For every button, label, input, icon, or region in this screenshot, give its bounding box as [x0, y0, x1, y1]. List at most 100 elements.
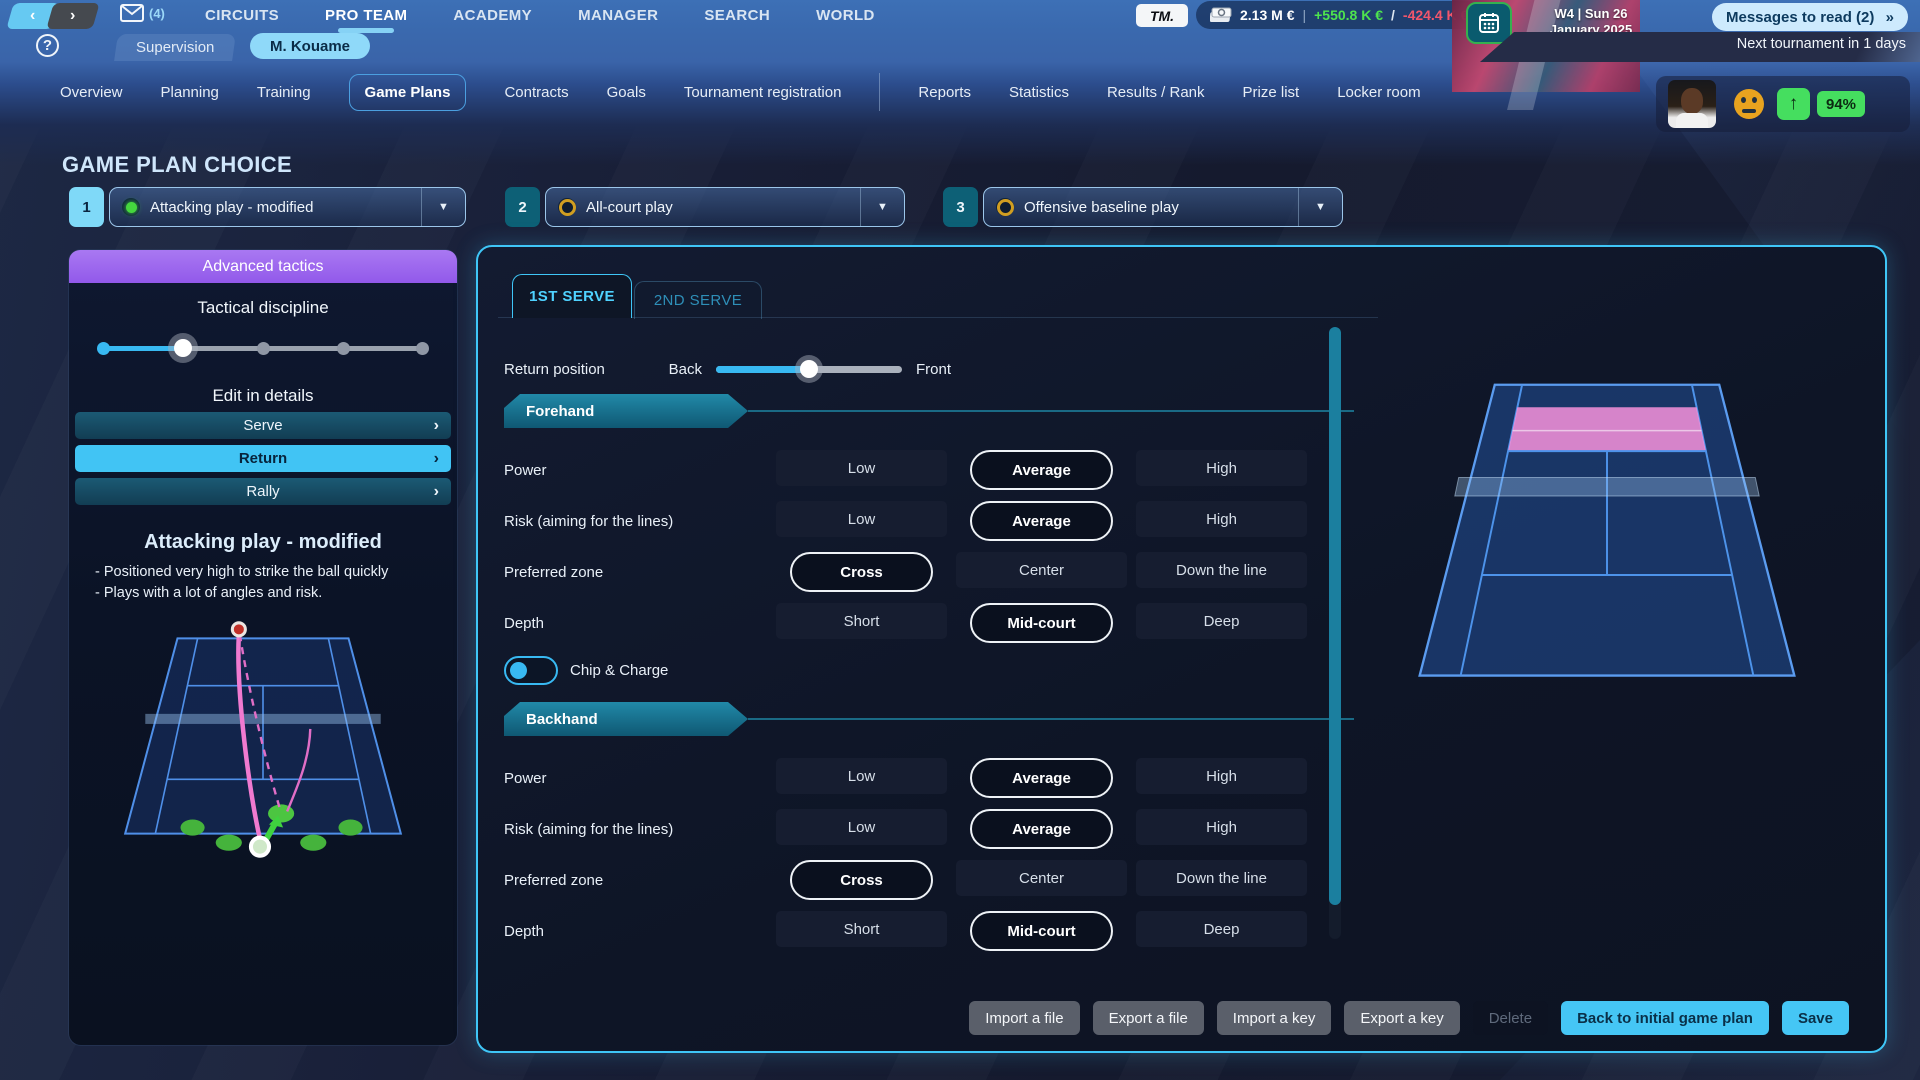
nav-manager[interactable]: MANAGER [578, 7, 658, 24]
option-high[interactable]: High [1136, 809, 1307, 845]
detail-button-serve[interactable]: Serve › [75, 412, 451, 439]
option-high[interactable]: High [1136, 501, 1307, 537]
tab-2nd-serve[interactable]: 2ND SERVE [634, 281, 762, 319]
front-label: Front [916, 361, 951, 378]
option-short[interactable]: Short [776, 911, 947, 947]
option-mid-court-selected[interactable]: Mid-court [970, 911, 1113, 951]
detail-button-return[interactable]: Return › [75, 445, 451, 472]
page-title: GAME PLAN CHOICE [62, 152, 292, 178]
detail-button-rally[interactable]: Rally › [75, 478, 451, 505]
tab-supervision[interactable]: Supervision [114, 34, 236, 61]
slider-handle[interactable] [795, 355, 823, 383]
tab-player[interactable]: M. Kouame [250, 33, 370, 59]
return-position-slider[interactable] [716, 354, 902, 384]
option-average-selected[interactable]: Average [970, 450, 1113, 490]
back-icon: ‹ [30, 7, 35, 25]
tab-tournament-registration[interactable]: Tournament registration [684, 84, 842, 101]
nav-academy[interactable]: ACADEMY [453, 7, 532, 24]
plan-point: - Positioned very high to strike the bal… [95, 562, 457, 583]
tab-1st-serve[interactable]: 1ST SERVE [512, 274, 632, 318]
slider-step-4[interactable] [337, 342, 350, 355]
help-icon[interactable]: ? [36, 34, 59, 57]
option-deep[interactable]: Deep [1136, 911, 1307, 947]
finance-summary[interactable]: 2.13 M € | +550.8 K € / -424.4 K € [1196, 1, 1482, 29]
slider-step-5[interactable] [416, 342, 429, 355]
chevron-down-icon[interactable]: ▼ [860, 188, 904, 226]
option-average-selected[interactable]: Average [970, 809, 1113, 849]
import-file-button[interactable]: Import a file [969, 1001, 1079, 1035]
option-down-the-line[interactable]: Down the line [1136, 860, 1307, 896]
slider-handle[interactable] [168, 333, 198, 363]
export-key-button[interactable]: Export a key [1344, 1001, 1459, 1035]
chip-and-charge-toggle[interactable] [504, 656, 558, 685]
tab-locker-room[interactable]: Locker room [1337, 84, 1420, 101]
nav-divider [879, 73, 880, 111]
tab-contracts[interactable]: Contracts [504, 84, 568, 101]
tab-reports[interactable]: Reports [918, 84, 971, 101]
backhand-ribbon: Backhand [504, 702, 748, 736]
row-label: Risk (aiming for the lines) [504, 513, 776, 530]
status-amber-icon [996, 198, 1014, 216]
slider-step-3[interactable] [257, 342, 270, 355]
chevron-down-icon[interactable]: ▼ [421, 188, 465, 226]
option-high[interactable]: High [1136, 450, 1307, 486]
messages-button[interactable]: Messages to read (2) » [1712, 3, 1908, 31]
forward-button[interactable]: › [46, 3, 99, 29]
panel-scrollbar[interactable] [1329, 327, 1341, 939]
tab-planning[interactable]: Planning [161, 84, 219, 101]
tab-training[interactable]: Training [257, 84, 311, 101]
option-average-selected[interactable]: Average [970, 501, 1113, 541]
next-tournament-label: Next tournament in 1 days [1737, 36, 1906, 52]
option-low[interactable]: Low [776, 501, 947, 537]
history-nav: ‹ › [10, 3, 94, 29]
option-center[interactable]: Center [956, 860, 1127, 896]
option-high[interactable]: High [1136, 758, 1307, 794]
plan-description: - Positioned very high to strike the bal… [95, 562, 457, 604]
chip-and-charge-row: Chip & Charge [504, 655, 1354, 685]
tab-results-rank[interactable]: Results / Rank [1107, 84, 1205, 101]
mail-count: (4) [149, 6, 165, 21]
option-cross-selected[interactable]: Cross [790, 552, 933, 592]
game-plan-dropdown-3[interactable]: Offensive baseline play ▼ [983, 187, 1343, 227]
scrollbar-thumb[interactable] [1329, 327, 1341, 905]
option-mid-court-selected[interactable]: Mid-court [970, 603, 1113, 643]
option-deep[interactable]: Deep [1136, 603, 1307, 639]
nav-pro-team[interactable]: PRO TEAM [325, 7, 407, 24]
plan-title: Attacking play - modified [69, 531, 457, 554]
slider-step-1[interactable] [97, 342, 110, 355]
tab-game-plans[interactable]: Game Plans [349, 74, 467, 111]
option-low[interactable]: Low [776, 809, 947, 845]
export-file-button[interactable]: Export a file [1093, 1001, 1204, 1035]
player-avatar[interactable] [1668, 80, 1716, 128]
game-plan-slot-2: 2 All-court play ▼ [505, 187, 905, 227]
row-label: Power [504, 770, 776, 787]
option-low[interactable]: Low [776, 450, 947, 486]
game-plan-dropdown-2[interactable]: All-court play ▼ [545, 187, 905, 227]
game-plan-dropdown-1[interactable]: Attacking play - modified ▼ [109, 187, 466, 227]
tactical-discipline-slider[interactable] [103, 332, 423, 364]
nav-search[interactable]: SEARCH [704, 7, 770, 24]
tab-goals[interactable]: Goals [607, 84, 646, 101]
tab-overview[interactable]: Overview [60, 84, 123, 101]
mail-button[interactable]: (4) [120, 4, 165, 22]
option-average-selected[interactable]: Average [970, 758, 1113, 798]
nav-world[interactable]: WORLD [816, 7, 875, 24]
option-cross-selected[interactable]: Cross [790, 860, 933, 900]
save-button[interactable]: Save [1782, 1001, 1849, 1035]
option-down-the-line[interactable]: Down the line [1136, 552, 1307, 588]
mail-icon [120, 4, 144, 22]
option-low[interactable]: Low [776, 758, 947, 794]
delete-button[interactable]: Delete [1473, 1001, 1548, 1035]
chevron-down-icon[interactable]: ▼ [1298, 188, 1342, 226]
option-center[interactable]: Center [956, 552, 1127, 588]
tab-prize-list[interactable]: Prize list [1243, 84, 1300, 101]
finance-separator: | [1302, 7, 1306, 23]
back-to-initial-game-plan-button[interactable]: Back to initial game plan [1561, 1001, 1769, 1035]
return-controls: Return position Back Front Forehand Powe… [504, 352, 1354, 949]
nav-circuits[interactable]: CIRCUITS [205, 7, 279, 24]
tab-statistics[interactable]: Statistics [1009, 84, 1069, 101]
game-plan-slot-3: 3 Offensive baseline play ▼ [943, 187, 1343, 227]
import-key-button[interactable]: Import a key [1217, 1001, 1332, 1035]
option-short[interactable]: Short [776, 603, 947, 639]
chip-and-charge-label: Chip & Charge [570, 662, 668, 679]
